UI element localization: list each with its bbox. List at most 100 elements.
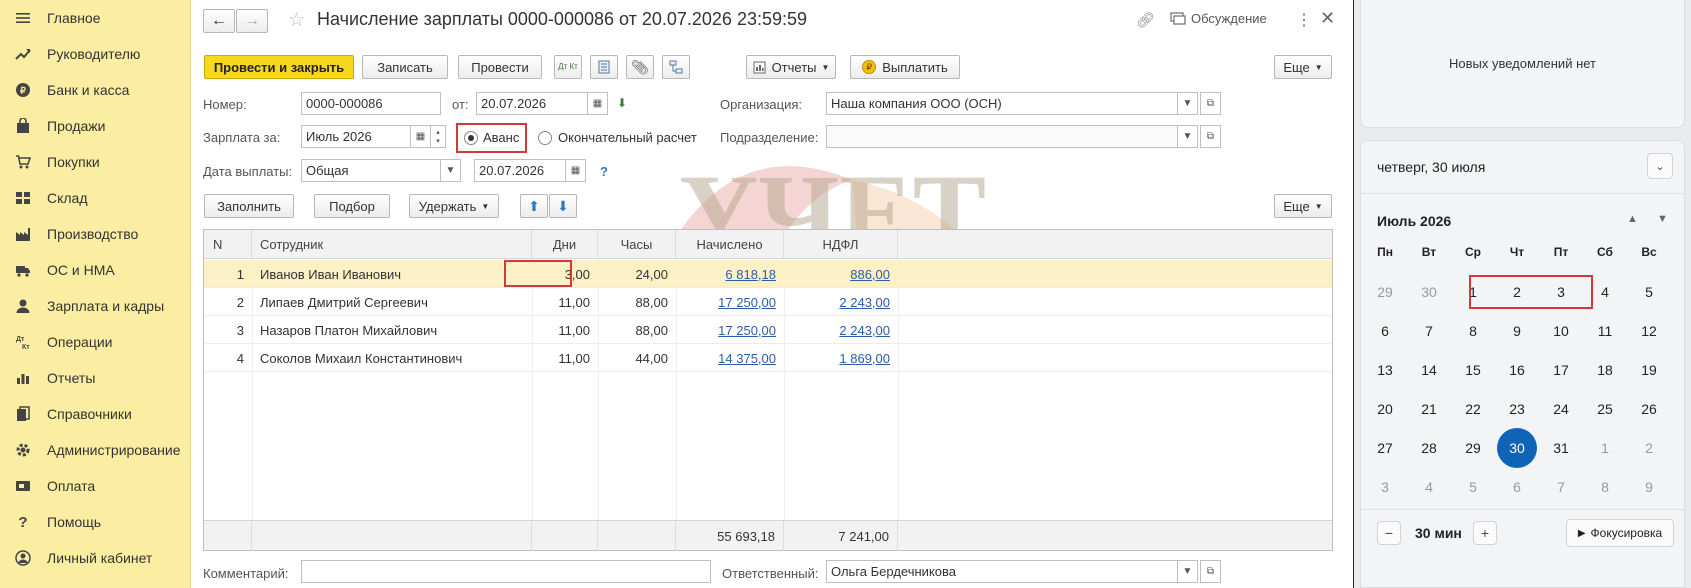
calendar-day[interactable]: 2 (1629, 428, 1669, 468)
post-button[interactable]: Провести (458, 55, 542, 79)
forward-button[interactable]: → (236, 9, 268, 33)
dropdown-icon[interactable]: ▼ (440, 160, 460, 181)
move-down-button[interactable]: ⬇︎ (549, 194, 577, 218)
calendar-day[interactable]: 22 (1453, 389, 1493, 429)
open-department-button[interactable]: ⧉ (1200, 125, 1221, 148)
cell-days[interactable]: 11,00 (532, 316, 590, 344)
cell-days[interactable]: 11,00 (532, 344, 590, 372)
calendar-day[interactable]: 31 (1541, 428, 1581, 468)
col-accrued[interactable]: Начислено (676, 230, 784, 259)
reports-dropdown[interactable]: Отчеты ▼ (746, 55, 836, 79)
sidebar-item-operations[interactable]: Дт Кт Операции (0, 327, 191, 357)
calendar-day[interactable]: 24 (1541, 389, 1581, 429)
structure-button[interactable] (662, 55, 690, 79)
link-icon[interactable]: 🔗︎ (1136, 11, 1155, 29)
cell-accrued-link[interactable]: 17 250,00 (676, 288, 776, 316)
sidebar-item-warehouse[interactable]: Склад (0, 183, 191, 213)
calendar-day[interactable]: 7 (1541, 467, 1581, 507)
calendar-day[interactable]: 9 (1497, 311, 1537, 351)
pay-date-type-select[interactable]: Общая ▼ (301, 159, 461, 182)
col-n[interactable]: N (204, 230, 252, 259)
calendar-day[interactable]: 18 (1585, 350, 1625, 390)
table-row[interactable]: 2 Липаев Дмитрий Сергеевич 11,00 88,00 1… (204, 288, 1332, 316)
calendar-icon[interactable]: ▦ (410, 126, 430, 147)
select-button[interactable]: Подбор (314, 194, 390, 218)
col-days[interactable]: Дни (532, 230, 598, 259)
discussion-button[interactable]: Обсуждение (1170, 11, 1267, 26)
sidebar-item-directories[interactable]: Справочники (0, 399, 191, 429)
table-row[interactable]: 1 Иванов Иван Иванович 3,00 24,00 6 818,… (204, 260, 1332, 288)
fill-button[interactable]: Заполнить (204, 194, 294, 218)
number-field[interactable]: 0000-000086 (301, 92, 441, 115)
sidebar-item-main[interactable]: Главное (0, 3, 191, 33)
more-button[interactable]: Еще ▼ (1274, 55, 1332, 79)
list-button[interactable] (590, 55, 618, 79)
attach-button[interactable]: 📎︎ (626, 55, 654, 79)
cell-ndfl-link[interactable]: 2 243,00 (784, 288, 890, 316)
department-field[interactable]: ▼ (826, 125, 1198, 148)
final-settlement-radio[interactable] (538, 131, 552, 145)
collapse-calendar-button[interactable]: ⌄ (1647, 153, 1673, 179)
sidebar-item-purchases[interactable]: Покупки (0, 147, 191, 177)
calendar-day[interactable]: 4 (1585, 272, 1625, 312)
table-more-button[interactable]: Еще ▼ (1274, 194, 1332, 218)
save-button[interactable]: Записать (362, 55, 448, 79)
pay-date-field[interactable]: 20.07.2026 ▦ (474, 159, 586, 182)
cell-accrued-link[interactable]: 17 250,00 (676, 316, 776, 344)
calendar-day[interactable]: 17 (1541, 350, 1581, 390)
calendar-day[interactable]: 3 (1541, 272, 1581, 312)
calendar-day[interactable]: 19 (1629, 350, 1669, 390)
advance-radio[interactable] (464, 131, 478, 145)
sidebar-item-bank[interactable]: ₽ Банк и касса (0, 75, 191, 105)
sidebar-item-production[interactable]: Производство (0, 219, 191, 249)
calendar-day[interactable]: 5 (1629, 272, 1669, 312)
calendar-day[interactable]: 6 (1365, 311, 1405, 351)
dt-kt-button[interactable]: Дт Кт (554, 55, 582, 79)
calendar-day[interactable]: 13 (1365, 350, 1405, 390)
focus-button[interactable]: ▶ Фокусировка (1566, 519, 1674, 547)
sidebar-item-salary[interactable]: Зарплата и кадры (0, 291, 191, 321)
post-and-close-button[interactable]: Провести и закрыть (204, 55, 354, 79)
calendar-day[interactable]: 14 (1409, 350, 1449, 390)
close-icon[interactable]: ✕ (1320, 8, 1335, 29)
table-row[interactable]: 4 Соколов Михаил Константинович 11,00 44… (204, 344, 1332, 372)
calendar-icon[interactable]: ▦ (587, 93, 607, 114)
sidebar-item-payment[interactable]: Оплата (0, 471, 191, 501)
calendar-day[interactable]: 23 (1497, 389, 1537, 429)
responsible-field[interactable]: Ольга Бердечникова ▼ (826, 560, 1198, 583)
calendar-day[interactable]: 29 (1453, 428, 1493, 468)
calendar-day[interactable]: 11 (1585, 311, 1625, 351)
calendar-icon[interactable]: ▦ (565, 160, 585, 181)
calendar-day[interactable]: 8 (1453, 311, 1493, 351)
kebab-menu-icon[interactable]: ⋮ (1296, 10, 1312, 30)
table-row[interactable]: 3 Назаров Платон Михайлович 11,00 88,00 … (204, 316, 1332, 344)
calendar-day[interactable]: 2 (1497, 272, 1537, 312)
cell-ndfl-link[interactable]: 1 869,00 (784, 344, 890, 372)
open-organization-button[interactable]: ⧉ (1200, 92, 1221, 115)
cell-accrued-link[interactable]: 6 818,18 (676, 260, 776, 288)
focus-plus-button[interactable]: + (1473, 521, 1497, 545)
open-responsible-button[interactable]: ⧉ (1200, 560, 1221, 583)
sidebar-item-account[interactable]: Личный кабинет (0, 543, 191, 573)
sidebar-item-fixed-assets[interactable]: ОС и НМА (0, 255, 191, 285)
cell-ndfl-link[interactable]: 2 243,00 (784, 316, 890, 344)
calendar-day[interactable]: 6 (1497, 467, 1537, 507)
calendar-month-label[interactable]: Июль 2026 (1377, 213, 1451, 229)
calendar-day[interactable]: 5 (1453, 467, 1493, 507)
col-hours[interactable]: Часы (598, 230, 676, 259)
col-employee[interactable]: Сотрудник (252, 230, 532, 259)
calendar-day[interactable]: 7 (1409, 311, 1449, 351)
sidebar-item-admin[interactable]: Администрирование (0, 435, 191, 465)
calendar-day[interactable]: 26 (1629, 389, 1669, 429)
dropdown-icon[interactable]: ▼ (1177, 126, 1197, 147)
calendar-day[interactable]: 16 (1497, 350, 1537, 390)
cell-days[interactable]: 3,00 (532, 260, 590, 288)
calendar-day[interactable]: 20 (1365, 389, 1405, 429)
pay-button[interactable]: ₽ Выплатить (850, 55, 960, 79)
sidebar-item-reports[interactable]: Отчеты (0, 363, 191, 393)
bulk-edit-icon[interactable]: ⬇︎ (617, 96, 627, 110)
date-field[interactable]: 20.07.2026 ▦ (476, 92, 608, 115)
comment-field[interactable] (301, 560, 711, 583)
back-button[interactable]: ← (203, 9, 235, 33)
calendar-day[interactable]: 27 (1365, 428, 1405, 468)
